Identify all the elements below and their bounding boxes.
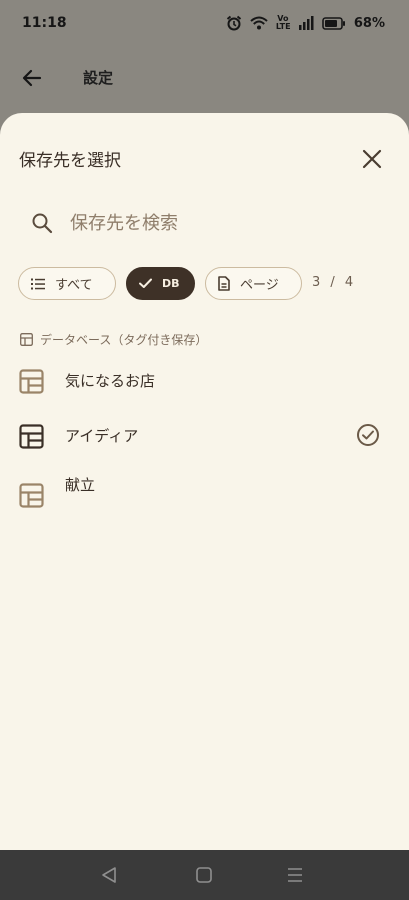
list-item-label: 気になるお店 (65, 372, 156, 390)
list-item-label: 献立 (65, 476, 96, 494)
filter-chip-page-label: ページ (240, 278, 279, 293)
battery-percent: 68% (353, 15, 385, 31)
nav-back-icon[interactable] (101, 866, 117, 888)
table-icon (19, 369, 44, 398)
filter-chip-db[interactable]: DB (126, 267, 195, 300)
page-title: 設定 (83, 69, 114, 87)
section-label: データベース（タグ付き保存） (40, 333, 208, 347)
list-item[interactable]: 気になるお店 (0, 363, 409, 399)
nav-menu-icon[interactable] (287, 866, 303, 888)
table-icon (19, 483, 44, 512)
result-counter: 3 / 4 (312, 275, 357, 290)
filter-chip-all[interactable]: すべて (18, 267, 116, 300)
nav-home-icon[interactable] (195, 866, 213, 888)
list-item-label: アイディア (65, 427, 139, 445)
list-item[interactable]: 献立 (0, 471, 409, 511)
status-time: 11:18 (22, 15, 67, 31)
search-bar[interactable] (20, 201, 390, 245)
wifi-icon (250, 16, 268, 30)
table-icon (20, 333, 33, 346)
selected-check-icon (356, 423, 380, 451)
battery-icon (322, 16, 345, 30)
filter-chip-all-label: すべて (55, 278, 93, 293)
search-icon (31, 212, 53, 238)
status-icons: Vo LTE 68% (226, 15, 385, 31)
filter-chip-page[interactable]: ページ (205, 267, 302, 300)
section-header-database: データベース（タグ付き保存） (20, 331, 207, 348)
check-icon (139, 278, 152, 288)
signal-icon (298, 16, 314, 30)
sheet-title: 保存先を選択 (19, 151, 121, 171)
close-button[interactable] (358, 145, 386, 173)
settings-header: 設定 (0, 56, 409, 100)
network-type: Vo LTE (275, 14, 291, 31)
list-item-selected[interactable]: アイディア (0, 418, 409, 454)
status-bar: 11:18 Vo LTE 68% (0, 0, 409, 46)
select-destination-sheet: 保存先を選択 すべて (0, 113, 409, 850)
filter-chips: すべて DB ページ 3 / 4 (18, 267, 398, 300)
document-icon (218, 276, 230, 291)
table-icon (19, 424, 44, 453)
back-arrow-icon[interactable] (20, 66, 44, 94)
system-nav-bar (0, 850, 409, 900)
close-icon (362, 149, 382, 169)
alarm-icon (226, 15, 242, 31)
search-input[interactable] (70, 205, 370, 241)
list-icon (31, 278, 45, 289)
filter-chip-db-label: DB (162, 277, 180, 290)
